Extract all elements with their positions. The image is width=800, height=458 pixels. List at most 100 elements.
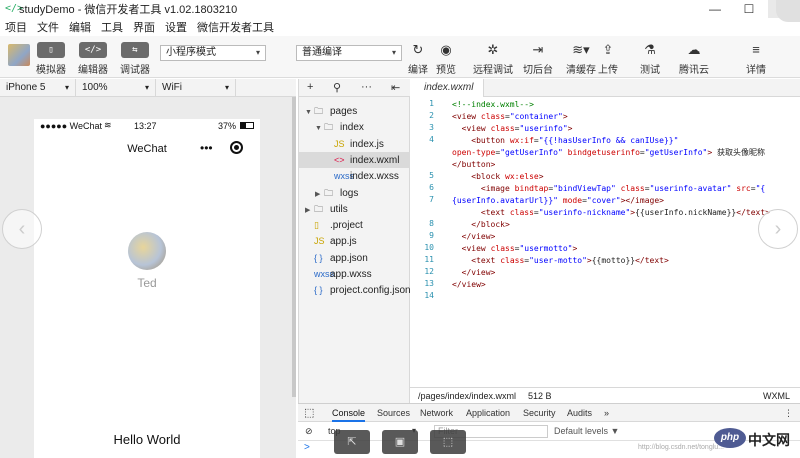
menu-edit[interactable]: 编辑 [64,19,96,35]
nav-title: WeChat [127,143,167,155]
tab-security[interactable]: Security [523,404,556,422]
js-file-icon: JS [334,138,345,149]
clear-console-icon[interactable]: ⊘ [305,426,313,437]
debugger-toggle-button[interactable]: ⇆ 调试器 [120,42,150,76]
tencent-cloud-button[interactable]: ☁ 腾讯云 [679,42,709,76]
menu-settings[interactable]: 设置 [160,19,192,35]
inspect-element-icon[interactable]: ⬚ [304,404,314,422]
php-cn-logo: php 中文网 [714,428,794,450]
log-levels-select[interactable]: Default levels ▼ [554,426,619,436]
user-nickname: Ted [137,276,157,290]
folder-file-icon: 🗀 [314,203,324,214]
tree-file-index-wxss[interactable]: wxssindex.wxss [299,168,411,184]
search-icon[interactable]: ⚲ [333,81,341,94]
watermark-url: http://blog.csdn.net/tonglu... [638,444,725,451]
next-arrow-button[interactable]: › [758,209,798,249]
editor-toggle-button[interactable]: </> 编辑器 [78,42,108,76]
maximize-button[interactable]: ☐ [734,0,764,18]
minimize-button[interactable]: — [700,0,730,18]
code-line: </view> [452,280,486,289]
editor-label: 编辑器 [78,65,108,76]
tab-application[interactable]: Application [466,404,510,422]
simulator-scrollbar[interactable] [292,97,296,397]
tree-item-label: app.json [330,252,368,264]
refresh-icon: ↻ [412,42,424,57]
more-tabs-icon[interactable]: » [604,404,609,422]
crop-icon[interactable]: ⬚ [430,430,466,454]
tree-file-app-json[interactable]: { } app.json [299,250,411,266]
json-file-icon: { } [314,285,323,296]
console-prompt[interactable]: > [304,442,310,453]
compile-mode-select[interactable]: 普通编译 ▾ [296,45,402,61]
layers-icon: ≋▾ [572,42,590,57]
clear-cache-button[interactable]: ≋▾ 清缓存 [566,42,596,76]
tree-folder-logs[interactable]: ▶ 🗀 logs [299,185,411,201]
folder-file-icon: 🗀 [324,122,334,133]
compile-button[interactable]: ↻ 编译 [408,42,428,76]
line-number: 7 [429,195,434,204]
tree-item-label: index [340,122,364,134]
test-button[interactable]: ⚗ 测试 [640,42,660,76]
menu-file[interactable]: 文件 [32,19,64,35]
editor-tab-index-wxml[interactable]: index.wxml [410,79,484,97]
tab-sources[interactable]: Sources [377,404,410,422]
tree-file-index-wxml[interactable]: <> index.wxml [299,151,411,168]
line-number: 10 [424,243,434,252]
tree-file-index-js[interactable]: JS index.js [299,136,411,152]
tab-network[interactable]: Network [420,404,453,422]
upload-button[interactable]: ⇪ 上传 [598,42,618,76]
test-label: 测试 [640,65,660,76]
cloud-icon: ☁ [687,42,701,57]
phone-status-bar: ●●●●● WeChat ≋ 13:27 37% [34,119,260,133]
chevron-down-icon: ▾ [224,83,229,92]
add-file-icon[interactable]: + [307,81,313,93]
tree-folder-index[interactable]: ▼ 🗀 index [299,119,411,135]
tree-item-label: index.wxss [350,171,399,183]
details-button[interactable]: ≡ 详情 [746,42,766,76]
fit-screen-icon[interactable]: ▣ [382,430,418,454]
menu-tools[interactable]: 工具 [96,19,128,35]
tree-item-label: project.config.json [330,285,411,297]
window-title: studyDemo - 微信开发者工具 v1.02.1803210 [19,4,238,16]
user-avatar-image[interactable] [128,232,166,270]
tab-audits[interactable]: Audits [567,404,592,422]
collapse-panel-icon[interactable]: ⇤ [391,81,400,94]
menu-lines-icon: ≡ [752,42,760,57]
simulator-toggle-button[interactable]: ▯ 模拟器 [36,42,66,76]
corner-close-icon[interactable] [776,0,800,22]
tree-file-app-wxss[interactable]: wxssapp.wxss [299,266,411,282]
user-avatar[interactable] [8,44,30,66]
tree-folder-pages[interactable]: ▼ 🗀 pages [299,103,411,119]
code-editor[interactable]: 1 2 3 4 5 6 7 8 9 10 11 12 13 14 <!--index.wxml--> <v… [410,97,800,387]
network-select[interactable]: WiFi ▾ [156,79,236,97]
zoom-select[interactable]: 100% ▾ [76,79,156,97]
devtools-menu-icon[interactable]: ⋮ [784,404,793,422]
tree-file-app-js[interactable]: JS app.js [299,233,411,249]
menu-wechat-devtools[interactable]: 微信开发者工具 [192,19,279,35]
switch-background-button[interactable]: ⇥ 切后台 [523,42,553,76]
code-line: <view class="usermotto"> [461,244,578,253]
tree-file-project-config-json[interactable]: { } project.config.json [299,282,411,298]
preview-button[interactable]: ◉ 预览 [436,42,456,76]
mode-select[interactable]: 小程序模式 ▾ [160,45,266,61]
tree-file--project[interactable]: ▯ .project [299,217,411,233]
more-icon[interactable]: ··· [361,81,372,93]
menu-view[interactable]: 界面 [128,19,160,35]
tree-item-label: pages [330,106,358,117]
signal-carrier: ●●●●● WeChat [40,121,103,131]
code-line: <!--index.wxml--> [452,100,534,109]
debug-arrows-icon: ⇆ [121,42,149,58]
more-dots-icon[interactable]: ••• [200,141,213,155]
rotate-left-icon[interactable]: ⇱ [334,430,370,454]
device-select[interactable]: iPhone 5 ▾ [0,79,76,97]
wxml-file-icon: <> [334,154,345,165]
prev-arrow-button[interactable]: ‹ [2,209,42,249]
tree-folder-utils[interactable]: ▶ 🗀 utils [299,201,411,217]
simulator-label: 模拟器 [36,65,66,76]
debugger-label: 调试器 [120,65,150,76]
tab-console[interactable]: Console [332,404,366,422]
line-number: 4 [429,135,434,144]
remote-debug-button[interactable]: ✲ 远程调试 [473,42,513,76]
capsule-close-icon[interactable] [230,141,243,154]
menu-project[interactable]: 项目 [0,19,32,35]
